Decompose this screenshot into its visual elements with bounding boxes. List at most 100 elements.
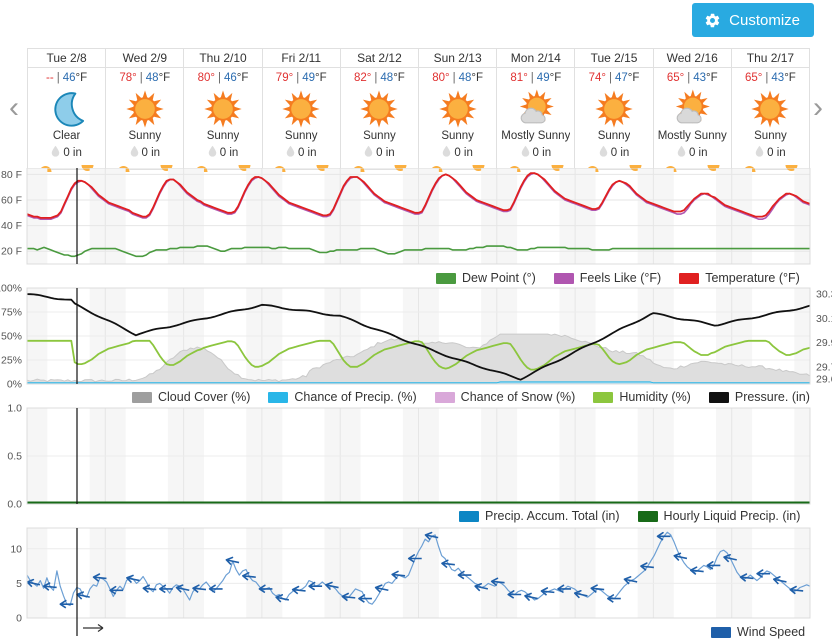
high-temp: 79°: [275, 72, 294, 84]
day-label: Sat 2/12: [340, 49, 419, 68]
temp-unit: °F: [627, 72, 640, 84]
sunset-icon: [316, 159, 329, 171]
high-temp: 82°: [354, 72, 372, 84]
legend-item[interactable]: Precip. Accum. Total (in): [459, 509, 620, 523]
svg-text:80 F: 80 F: [1, 169, 22, 181]
svg-text:10: 10: [10, 543, 22, 555]
forecast-day-column[interactable]: Wed 2/9 78° | 48°F Sunny 0 in: [106, 49, 185, 172]
temp-separator: |: [296, 72, 300, 84]
svg-text:0.0: 0.0: [7, 499, 22, 511]
raindrop-icon: [677, 145, 686, 160]
raindrop-icon: [130, 145, 139, 160]
low-temp: 49: [302, 72, 315, 84]
temp-unit: °F: [158, 72, 171, 84]
day-temps: 65° | 43°F: [745, 68, 796, 87]
sun-icon: [750, 88, 790, 130]
svg-text:0.5: 0.5: [7, 451, 22, 463]
precip-value: 0 in: [376, 146, 395, 159]
condition-label: Sunny: [284, 130, 318, 142]
raindrop-icon: [521, 145, 530, 160]
sunrise-icon: [743, 159, 756, 172]
forecast-day-column[interactable]: Tue 2/8 -- | 46°F Clear 0 in: [28, 49, 107, 172]
sunset-icon: [551, 159, 564, 171]
high-temp: 74°: [588, 72, 606, 84]
svg-text:0: 0: [16, 613, 22, 625]
humidity-legend: Cloud Cover (%) Chance of Precip. (%) Chan…: [128, 388, 814, 406]
forecast-days-row: Tue 2/8 -- | 46°F Clear 0 in Wed 2/9 78° | 48°F S…: [27, 48, 810, 172]
legend-item[interactable]: Humidity (%): [593, 390, 691, 404]
forecast-day-column[interactable]: Tue 2/15 74° | 47°F Sunny 0 in: [575, 49, 654, 172]
sun-markers: [732, 159, 809, 172]
precip-value: 0 in: [454, 146, 473, 159]
legend-item[interactable]: Chance of Snow (%): [434, 390, 575, 404]
legend-item[interactable]: Cloud Cover (%): [132, 390, 250, 404]
legend-label: Humidity (%): [619, 390, 691, 404]
temp-unit: °F: [393, 72, 405, 84]
day-temps: 65° | 43°F: [667, 68, 718, 87]
legend-label: Pressure. (in): [734, 390, 810, 404]
sun-markers: [654, 159, 731, 172]
sunrise-icon: [430, 159, 443, 172]
legend-item[interactable]: Chance of Precip. (%): [268, 390, 417, 404]
legend-swatch: [637, 510, 658, 522]
legend-item[interactable]: Temperature (°F): [679, 271, 800, 285]
precip-amount: 0 in: [755, 145, 786, 160]
legend-label: Chance of Precip. (%): [294, 390, 417, 404]
temp-separator: |: [609, 72, 612, 84]
svg-text:50%: 50%: [1, 331, 22, 343]
legend-item[interactable]: Pressure. (in): [708, 390, 810, 404]
sunset-icon: [160, 159, 173, 171]
sunrise-icon: [195, 159, 208, 172]
sun-markers: [263, 159, 340, 172]
wind-barb: [441, 559, 455, 569]
precip-value: 0 in: [610, 146, 630, 159]
wind-barb: [358, 594, 372, 603]
sun-markers: [419, 159, 496, 172]
forecast-day-column[interactable]: Sun 2/13 80° | 48°F Sunny 0 in: [419, 49, 498, 172]
weather-forecast-page: Customize ‹ › Tue 2/8 -- | 46°F Clear 0 in We…: [0, 0, 832, 641]
legend-item[interactable]: Wind Speed: [711, 625, 805, 639]
wind-barb: [689, 566, 704, 575]
sun-icon: [359, 88, 399, 130]
svg-text:29.9: 29.9: [816, 337, 832, 349]
raindrop-icon: [286, 145, 295, 160]
legend-item[interactable]: Dew Point (°): [436, 271, 536, 285]
legend-label: Temperature (°F): [705, 271, 800, 285]
sunrise-icon: [508, 159, 521, 172]
temp-separator: |: [217, 72, 221, 84]
raindrop-icon: [51, 145, 60, 160]
forecast-day-column[interactable]: Fri 2/11 79° | 49°F Sunny 0 in: [262, 49, 341, 172]
low-temp: 49: [536, 72, 550, 84]
low-temp: 46: [62, 72, 76, 84]
forecast-day-column[interactable]: Sat 2/12 82° | 48°F Sunny 0 in: [340, 49, 420, 172]
day-label: Wed 2/16: [653, 49, 731, 68]
legend-label: Dew Point (°): [462, 271, 536, 285]
svg-text:75%: 75%: [1, 307, 22, 319]
sun-cloud-icon: [672, 88, 712, 130]
sun-markers: [184, 159, 261, 172]
raindrop-icon: [364, 145, 373, 160]
legend-item[interactable]: Hourly Liquid Precip. (in): [637, 509, 800, 523]
svg-text:100%: 100%: [0, 283, 22, 295]
forecast-day-column[interactable]: Thu 2/17 65° | 43°F Sunny 0 in: [731, 49, 810, 172]
legend-item[interactable]: Feels Like (°F): [553, 271, 661, 285]
legend-swatch: [593, 391, 614, 403]
temp-unit: °F: [706, 72, 718, 84]
sunset-icon: [81, 159, 94, 171]
temperature-legend: Dew Point (°) Feels Like (°F) Temperature …: [432, 269, 804, 287]
raindrop-icon: [755, 145, 764, 160]
day-label: Thu 2/17: [731, 49, 810, 68]
next-days-button[interactable]: ›: [807, 86, 829, 130]
legend-swatch: [268, 391, 289, 403]
sun-icon: [594, 88, 634, 130]
svg-text:0%: 0%: [7, 379, 22, 391]
forecast-day-column[interactable]: Wed 2/16 65° | 43°F Mostly Sunny 0 in: [653, 49, 732, 172]
sun-icon: [125, 88, 165, 130]
condition-label: Sunny: [206, 130, 240, 142]
customize-button[interactable]: Customize: [692, 3, 814, 37]
sunset-icon: [629, 159, 642, 171]
precip-value: 0 in: [297, 146, 317, 159]
forecast-day-column[interactable]: Mon 2/14 81° | 49°F Mostly Sunny 0 in: [497, 49, 576, 172]
forecast-day-column[interactable]: Thu 2/10 80° | 46°F Sunny 0 in: [184, 49, 263, 172]
prev-days-button[interactable]: ‹: [3, 86, 25, 130]
